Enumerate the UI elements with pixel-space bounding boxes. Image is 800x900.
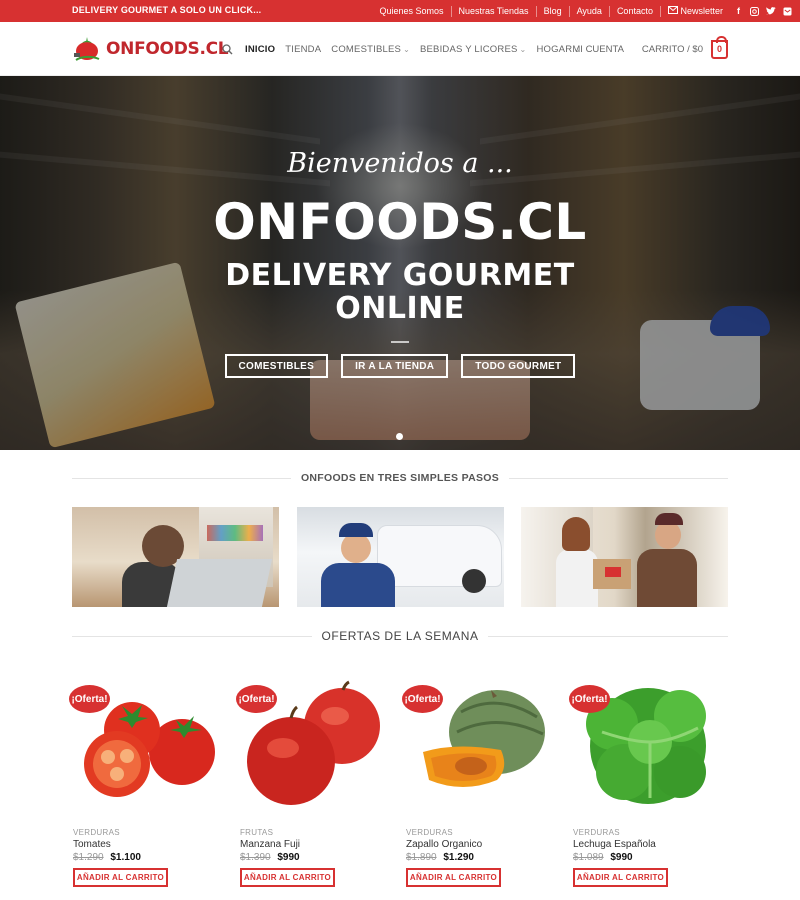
laptop — [166, 559, 273, 607]
ir-a-la-tienda-button[interactable]: IR A LA TIENDA — [341, 354, 449, 378]
chevron-down-icon: ⌄ — [403, 44, 410, 54]
title-divider — [509, 477, 728, 479]
hero-divider — [391, 341, 409, 343]
hero-brand: ONFOODS.CL — [213, 193, 587, 251]
social-icons: f — [730, 6, 800, 16]
product-name[interactable]: Manzana Fuji — [240, 839, 300, 850]
delivery-man — [631, 513, 697, 607]
add-to-cart-button[interactable]: AÑADIR AL CARRITO — [406, 868, 501, 887]
product-price: $1.089 $990 — [573, 852, 633, 863]
product-price: $1.890 $1.290 — [406, 852, 474, 863]
account-nav: MI CUENTA CARRITO / $0 0 — [572, 22, 728, 76]
main-header: ONFOODS.CL INICIO TIENDA COMESTIBLES ⌄ BE… — [0, 22, 800, 76]
sale-price: $1.290 — [443, 852, 474, 863]
top-link-contacto[interactable]: Contacto — [608, 5, 660, 17]
nav-item-inicio[interactable]: INICIO — [245, 44, 275, 55]
sale-price: $1.100 — [110, 852, 141, 863]
courier-torso — [321, 563, 395, 607]
cart-label: CARRITO / $0 — [641, 43, 703, 55]
top-links: Quienes Somos Nuestras Tiendas Blog Ayud… — [372, 0, 800, 22]
hero-banner: Bienvenidos a ... ONFOODS.CL DELIVERY GO… — [0, 76, 800, 450]
add-to-cart-button[interactable]: AÑADIR AL CARRITO — [73, 868, 168, 887]
product-price: $1.390 $990 — [240, 852, 300, 863]
courier-face — [341, 533, 371, 563]
cart-link[interactable]: CARRITO / $0 0 — [641, 35, 728, 59]
my-account-link[interactable]: MI CUENTA — [572, 44, 624, 55]
hero-headline-2: ONLINE — [335, 291, 465, 326]
title-divider — [72, 477, 291, 479]
product-name[interactable]: Zapallo Organico — [406, 839, 482, 850]
logo-text: ONFOODS.CL — [106, 39, 229, 59]
add-to-cart-button[interactable]: AÑADIR AL CARRITO — [573, 868, 668, 887]
twitter-icon[interactable] — [766, 6, 776, 16]
steps-section-title: ONFOODS EN TRES SIMPLES PASOS — [72, 472, 728, 484]
sale-price: $990 — [277, 852, 300, 863]
nav-item-bebidas-licores[interactable]: BEBIDAS Y LICORES ⌄ — [420, 44, 526, 55]
newsletter-label: Newsletter — [680, 5, 723, 16]
top-link-blog[interactable]: Blog — [535, 5, 569, 17]
comestibles-button[interactable]: COMESTIBLES — [224, 354, 329, 378]
nav-label-comestibles: COMESTIBLES — [331, 43, 402, 55]
nav-item-tienda[interactable]: TIENDA — [285, 44, 321, 55]
product-category: FRUTAS — [240, 828, 274, 837]
customer-torso — [556, 549, 598, 607]
site-logo[interactable]: ONFOODS.CL — [72, 33, 229, 65]
old-price: $1.890 — [406, 852, 437, 863]
courier-cap — [339, 523, 373, 537]
courier — [317, 523, 397, 607]
add-to-cart-button[interactable]: AÑADIR AL CARRITO — [240, 868, 335, 887]
delivery-man-face — [655, 521, 681, 549]
product-name[interactable]: Tomates — [73, 839, 111, 850]
offers-title: OFERTAS DE LA SEMANA — [321, 629, 479, 643]
tomato-logo-icon — [74, 37, 100, 61]
newsletter-link[interactable]: Newsletter — [659, 5, 730, 17]
instagram-icon[interactable] — [750, 6, 759, 16]
product-category: VERDURAS — [73, 828, 120, 837]
step-receive-image — [521, 507, 728, 607]
step-delivery-image — [297, 507, 504, 607]
steps-title: ONFOODS EN TRES SIMPLES PASOS — [300, 472, 500, 484]
title-divider — [72, 635, 312, 637]
nav-item-comestibles[interactable]: COMESTIBLES ⌄ — [331, 44, 410, 55]
mail-icon[interactable] — [783, 7, 792, 16]
sale-badge: ¡Oferta! — [569, 685, 610, 713]
hero-buttons: COMESTIBLES IR A LA TIENDA TODO GOURMET — [0, 354, 800, 378]
nav-label-hogar: HOGAR — [536, 43, 573, 55]
old-price: $1.290 — [73, 852, 104, 863]
hero-headline-1: DELIVERY GOURMET — [225, 258, 575, 293]
package-box — [593, 559, 631, 589]
old-price: $1.390 — [240, 852, 271, 863]
title-divider — [488, 635, 728, 637]
product-price: $1.290 $1.100 — [73, 852, 141, 863]
sale-price: $990 — [610, 852, 633, 863]
top-link-nuestras-tiendas[interactable]: Nuestras Tiendas — [450, 5, 536, 17]
cart-count-badge: 0 — [711, 35, 728, 59]
van-wheel — [462, 569, 486, 593]
facebook-icon[interactable]: f — [734, 6, 743, 16]
product-category: VERDURAS — [573, 828, 620, 837]
envelope-icon — [667, 5, 678, 14]
step-order-online-image — [72, 507, 279, 607]
delivery-man-torso — [637, 549, 697, 607]
product-name[interactable]: Lechuga Española — [573, 839, 656, 850]
top-link-ayuda[interactable]: Ayuda — [568, 5, 609, 17]
product-category: VERDURAS — [406, 828, 453, 837]
search-icon[interactable] — [222, 43, 233, 55]
top-tagline: DELIVERY GOURMET A SOLO UN CLICK... — [72, 5, 262, 15]
sale-badge: ¡Oferta! — [402, 685, 443, 713]
top-link-quienes-somos[interactable]: Quienes Somos — [372, 6, 450, 17]
offers-section-title: OFERTAS DE LA SEMANA — [72, 629, 728, 643]
main-nav: INICIO TIENDA COMESTIBLES ⌄ BEBIDAS Y LIC… — [222, 22, 591, 76]
customer-hair — [562, 517, 590, 551]
nav-label-bebidas: BEBIDAS Y LICORES — [419, 43, 518, 55]
hero-welcome: Bienvenidos a ... — [287, 148, 513, 179]
sale-badge: ¡Oferta! — [236, 685, 277, 713]
sale-badge: ¡Oferta! — [69, 685, 110, 713]
todo-gourmet-button[interactable]: TODO GOURMET — [461, 354, 576, 378]
delivery-man-cap — [655, 513, 683, 525]
chevron-down-icon: ⌄ — [519, 44, 527, 54]
old-price: $1.089 — [573, 852, 604, 863]
slider-dot[interactable] — [396, 433, 403, 440]
top-bar: DELIVERY GOURMET A SOLO UN CLICK... Quie… — [0, 0, 800, 22]
